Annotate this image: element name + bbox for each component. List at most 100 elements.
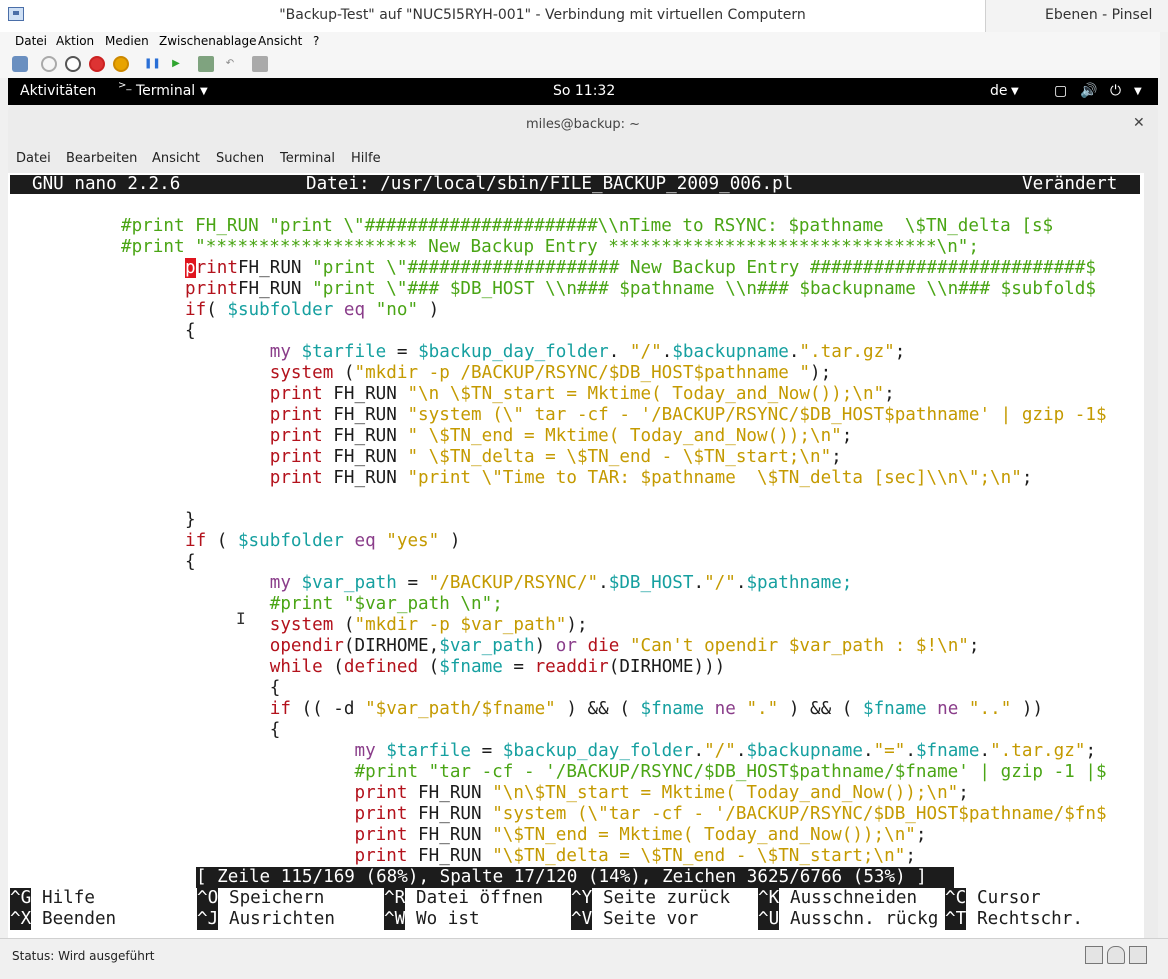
- code-line[interactable]: #print "******************** New Backup …: [121, 237, 1144, 258]
- shortcut-key: ^Y: [571, 888, 593, 909]
- enhanced-session-icon[interactable]: [252, 56, 268, 72]
- window-overview-icon[interactable]: ▢: [1054, 83, 1067, 99]
- start-icon[interactable]: [41, 56, 57, 72]
- code-token: "mkdir -p /BACKUP/RSYNC/$DB_HOST$pathnam…: [354, 363, 810, 383]
- code-line[interactable]: system ("mkdir -p /BACKUP/RSYNC/$DB_HOST…: [185, 363, 1144, 384]
- code-token: =: [386, 342, 419, 362]
- code-line[interactable]: printFH_RUN "print \"### $DB_HOST \\n###…: [185, 279, 1144, 300]
- code-line[interactable]: while (defined ($fname = readdir(DIRHOME…: [185, 657, 1144, 678]
- shortcut-label: Ausschn. rückg: [790, 909, 939, 929]
- code-token: "print \"Time to TAR: $pathname \$TN_del…: [407, 468, 1022, 488]
- vm-menu-datei[interactable]: Datei: [15, 34, 47, 48]
- code-token: "no": [375, 300, 419, 320]
- turn-off-icon[interactable]: [65, 56, 81, 72]
- code-line[interactable]: system ("mkdir -p $var_path");: [185, 615, 1144, 636]
- vm-menu-ansicht[interactable]: Ansicht: [258, 34, 302, 48]
- code-token: "print \"#################### New Backup…: [312, 258, 1096, 278]
- code-token: ;: [968, 636, 980, 656]
- vm-menu-help[interactable]: ?: [313, 34, 319, 48]
- shortcut-key: ^J: [197, 909, 219, 930]
- pause-icon[interactable]: ❚❚: [144, 56, 161, 72]
- code-token: .: [693, 573, 705, 593]
- code-line[interactable]: print FH_RUN " \$TN_delta = \$TN_end - \…: [185, 447, 1144, 468]
- code-line[interactable]: {: [185, 552, 1144, 573]
- clock[interactable]: So 11:32: [553, 83, 615, 99]
- term-menu-datei[interactable]: Datei: [16, 151, 51, 166]
- vm-menu-medien[interactable]: Medien: [105, 34, 149, 48]
- power-icon[interactable]: ⏻: [1110, 83, 1121, 99]
- vm-menu-zwischenablage[interactable]: Zwischenablage: [159, 34, 256, 48]
- code-token: $backupname: [746, 741, 863, 761]
- code-token: FH_RUN: [407, 783, 493, 803]
- code-token: ".tar.gz": [799, 342, 895, 362]
- code-line[interactable]: print FH_RUN "print \"Time to TAR: $path…: [185, 468, 1144, 489]
- code-line[interactable]: {: [185, 678, 1144, 699]
- code-line[interactable]: [185, 489, 1144, 510]
- code-line[interactable]: #print "tar -cf - '/BACKUP/RSYNC/$DB_HOS…: [185, 762, 1144, 783]
- code-line[interactable]: if ( $subfolder eq "yes" ): [185, 531, 1144, 552]
- code-line[interactable]: print FH_RUN "system (\" tar -cf - '/BAC…: [185, 405, 1144, 426]
- shortcut-label: Ausrichten: [229, 909, 335, 929]
- activities-button[interactable]: Aktivitäten: [20, 83, 96, 99]
- shortcut-label: Datei öffnen: [416, 888, 544, 908]
- code-token: "=": [873, 741, 906, 761]
- code-line[interactable]: #print "$var_path \n";: [185, 594, 1144, 615]
- code-token: $backupname: [672, 342, 789, 362]
- shutdown-icon[interactable]: [89, 56, 105, 72]
- lock-icon: [1129, 946, 1147, 964]
- revert-icon[interactable]: ↶: [222, 56, 238, 72]
- code-line[interactable]: {: [185, 720, 1144, 741]
- close-icon[interactable]: ✕: [1133, 115, 1145, 131]
- resume-icon[interactable]: ▶: [168, 56, 184, 72]
- code-line[interactable]: print FH_RUN " \$TN_end = Mktime( Today_…: [185, 426, 1144, 447]
- code-line[interactable]: if( $subfolder eq "no" ): [185, 300, 1144, 321]
- shortcut-label: Seite zurück: [603, 888, 731, 908]
- code-token: (: [206, 531, 238, 551]
- code-token: system: [269, 615, 334, 635]
- code-line[interactable]: #print FH_RUN "print \"#################…: [121, 216, 1144, 237]
- save-state-icon[interactable]: [113, 56, 129, 72]
- code-token: if: [269, 699, 291, 719]
- code-token: }: [185, 510, 196, 530]
- code-line[interactable]: opendir(DIRHOME,$var_path) or die "Can't…: [185, 636, 1144, 657]
- code-token: "..": [968, 699, 1012, 719]
- code-line[interactable]: }: [185, 510, 1144, 531]
- code-line[interactable]: print FH_RUN "\$TN_end = Mktime( Today_a…: [185, 825, 1144, 846]
- code-line[interactable]: print FH_RUN "\n \$TN_start = Mktime( To…: [185, 384, 1144, 405]
- checkpoint-icon[interactable]: [198, 56, 214, 72]
- terminal-content[interactable]: #print FH_RUN "print \"#################…: [8, 173, 1144, 938]
- vm-menu-aktion[interactable]: Aktion: [56, 34, 94, 48]
- term-menu-terminal[interactable]: Terminal: [280, 151, 335, 166]
- terminal-scrollbar[interactable]: [1144, 173, 1158, 938]
- code-line[interactable]: print FH_RUN "system (\"tar -cf - '/BACK…: [185, 804, 1144, 825]
- code-line[interactable]: my $tarfile = $backup_day_folder."/".$ba…: [185, 741, 1144, 762]
- term-menu-hilfe[interactable]: Hilfe: [351, 151, 381, 166]
- code-line[interactable]: printFH_RUN "print \"###################…: [185, 258, 1144, 279]
- code-line[interactable]: if (( -d "$var_path/$fname" ) && ( $fnam…: [185, 699, 1144, 720]
- code-line[interactable]: {: [185, 321, 1144, 342]
- code-line[interactable]: print FH_RUN "\$TN_delta = \$TN_end - \$…: [185, 846, 1144, 867]
- code-line[interactable]: print FH_RUN "\n\$TN_start = Mktime( Tod…: [185, 783, 1144, 804]
- app-menu-terminal[interactable]: Terminal: [136, 83, 195, 99]
- keyboard-layout[interactable]: de: [990, 83, 1008, 99]
- nano-filename: Datei: /usr/local/sbin/FILE_BACKUP_2009_…: [306, 174, 794, 194]
- code-line[interactable]: my $tarfile = $backup_day_folder. "/".$b…: [185, 342, 1144, 363]
- keyboard-icon: [1085, 946, 1103, 964]
- code-line[interactable]: my $var_path = "/BACKUP/RSYNC/".$DB_HOST…: [185, 573, 1144, 594]
- volume-icon[interactable]: 🔊: [1080, 83, 1097, 99]
- code-token: opendir: [269, 636, 344, 656]
- mouse-icon: [1107, 946, 1125, 964]
- system-menu-chevron-down-icon[interactable]: ▼: [1134, 86, 1142, 97]
- code-token: (: [206, 300, 228, 320]
- ctrl-alt-del-icon[interactable]: [12, 56, 28, 72]
- term-menu-suchen[interactable]: Suchen: [216, 151, 264, 166]
- term-menu-bearbeiten[interactable]: Bearbeiten: [66, 151, 137, 166]
- term-menu-ansicht[interactable]: Ansicht: [152, 151, 200, 166]
- code-token: {: [185, 321, 196, 341]
- code-token: ) && (: [555, 699, 641, 719]
